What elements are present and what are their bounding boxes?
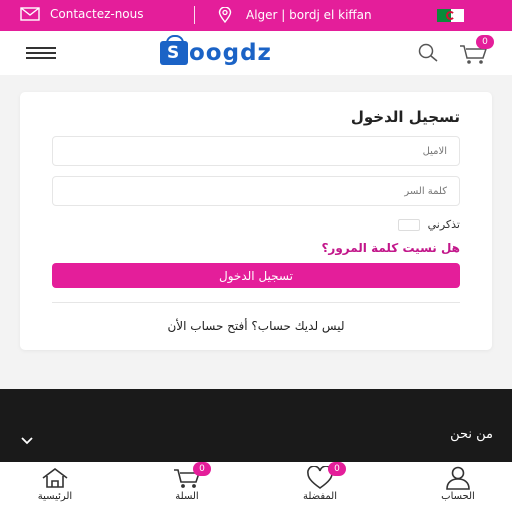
location-label: Alger | bordj el kiffan xyxy=(246,8,372,22)
nav-item-home[interactable]: الرئيسية xyxy=(15,462,95,512)
remember-me-label: تذكرني xyxy=(427,218,460,231)
nav-home-label: الرئيسية xyxy=(37,491,73,502)
logo-wordmark: oogdz xyxy=(189,40,272,66)
password-field[interactable] xyxy=(52,176,460,206)
favorites-count-badge: 0 xyxy=(328,462,346,476)
login-card: تسجيل الدخول تذكرني هل نسيت كلمة المرور؟… xyxy=(20,92,492,350)
chevron-down-icon[interactable] xyxy=(20,430,34,449)
login-title: تسجيل الدخول xyxy=(350,108,460,126)
card-divider xyxy=(52,302,460,303)
menu-line-icon xyxy=(26,47,56,49)
nav-item-account[interactable]: الحساب xyxy=(418,462,498,512)
mail-icon xyxy=(20,7,40,21)
logo-letter: S xyxy=(167,43,180,63)
cart-count-badge: 0 xyxy=(193,462,211,476)
bottom-navigation: الحساب 0 المفضلة 0 السلة الرئيسية xyxy=(0,462,512,512)
contact-link[interactable]: Contactez-nous xyxy=(20,7,144,21)
site-logo[interactable]: S oogdz xyxy=(160,35,316,69)
remember-me-checkbox[interactable] xyxy=(397,218,420,231)
cart-count-badge: 0 xyxy=(476,35,494,49)
email-field[interactable] xyxy=(52,136,460,166)
about-us-heading[interactable]: من نحن xyxy=(450,427,493,442)
header-cart-button[interactable]: 0 xyxy=(458,35,494,66)
nav-account-label: الحساب xyxy=(441,491,475,502)
map-pin-icon xyxy=(218,7,232,23)
hamburger-menu-button[interactable] xyxy=(26,47,56,59)
register-link[interactable]: ليس لديك حساب؟ أفتح حساب الأن xyxy=(52,319,460,333)
topbar-divider xyxy=(194,6,195,24)
nav-item-cart[interactable]: 0 السلة xyxy=(147,462,227,512)
top-bar: Contactez-nous Alger | bordj el kiffan xyxy=(0,0,512,31)
nav-cart-label: السلة xyxy=(175,491,199,502)
forgot-password-link[interactable]: هل نسيت كلمة المرور؟ xyxy=(321,241,460,255)
remember-me: تذكرني xyxy=(397,218,460,231)
nav-item-favorites[interactable]: 0 المفضلة xyxy=(280,462,360,512)
location-link[interactable]: Alger | bordj el kiffan xyxy=(218,7,372,23)
site-header: S oogdz 0 xyxy=(0,31,512,75)
site-footer: من نحن xyxy=(0,389,512,464)
login-submit-button[interactable]: تسجيل الدخول xyxy=(52,263,460,288)
algeria-flag-icon[interactable] xyxy=(437,9,464,22)
search-icon xyxy=(418,43,438,62)
menu-line-icon xyxy=(26,57,56,59)
nav-favorites-label: المفضلة xyxy=(302,491,337,502)
home-icon xyxy=(42,468,68,488)
contact-label: Contactez-nous xyxy=(50,7,144,21)
search-button[interactable] xyxy=(417,42,439,64)
user-icon xyxy=(446,466,470,490)
menu-line-icon xyxy=(26,52,56,54)
shopping-bag-logo-icon: S xyxy=(160,35,188,65)
